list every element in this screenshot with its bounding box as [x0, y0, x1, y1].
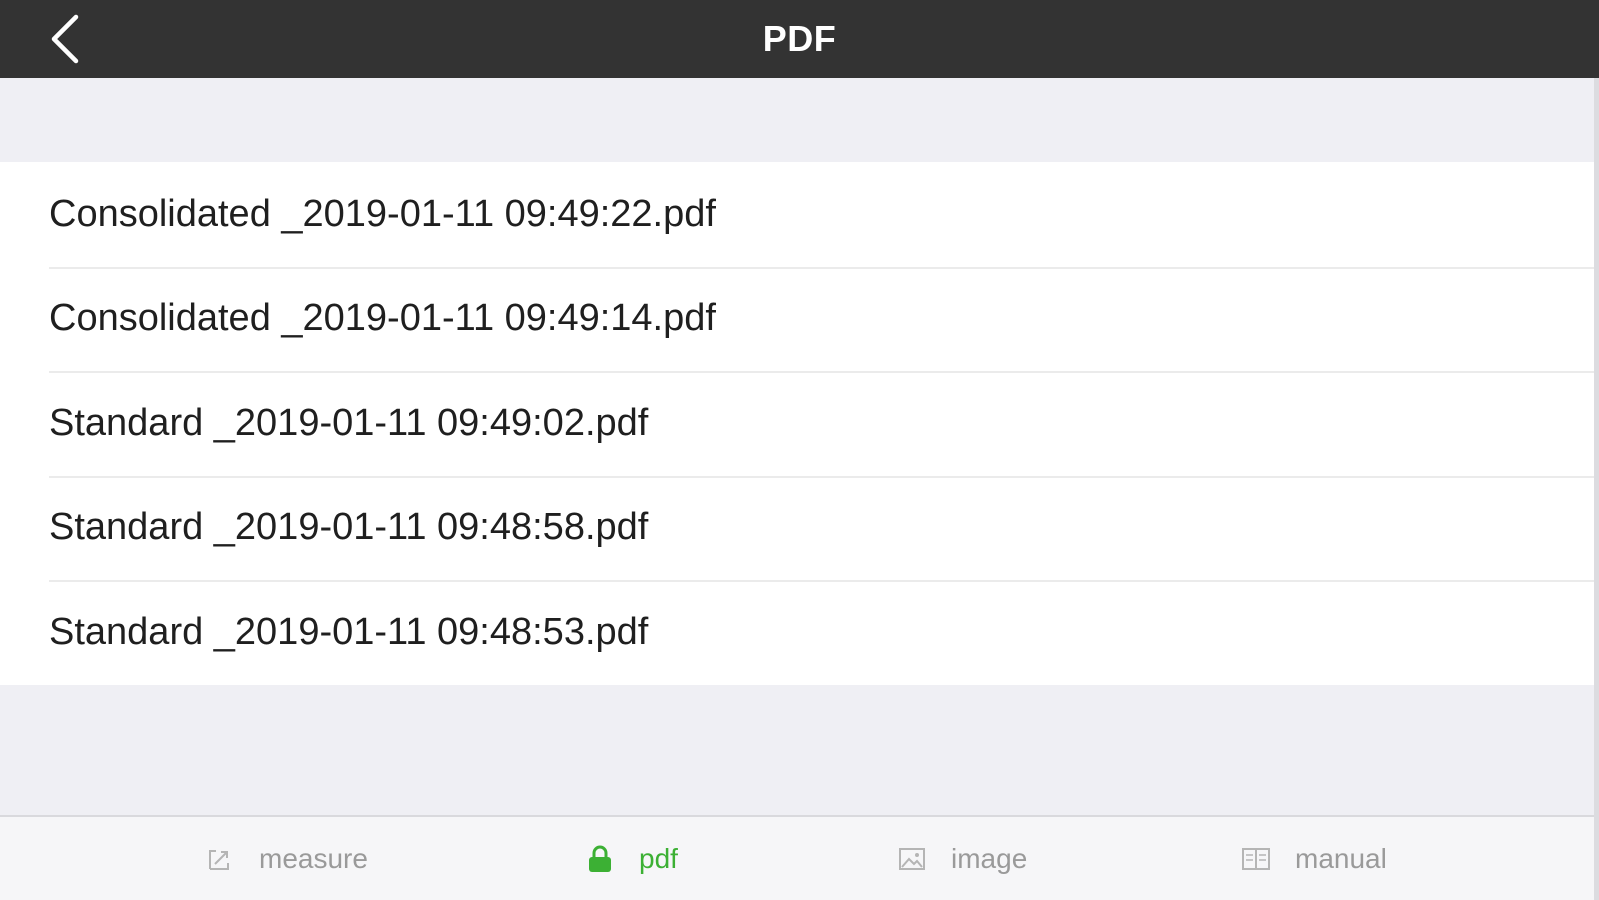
navigation-bar: PDF — [0, 0, 1599, 78]
book-icon — [1241, 844, 1271, 874]
tab-measure[interactable]: measure — [205, 817, 368, 900]
chevron-left-icon — [51, 14, 79, 64]
back-button[interactable] — [30, 0, 100, 78]
tab-pdf-label: pdf — [639, 842, 678, 874]
file-name: Consolidated _2019-01-11 09:49:22.pdf — [49, 192, 716, 235]
tab-manual[interactable]: manual — [1241, 817, 1387, 900]
page-title: PDF — [762, 18, 837, 59]
ruler-icon — [205, 844, 235, 874]
right-edge-divider — [1594, 78, 1599, 900]
file-list-item[interactable]: Consolidated _2019-01-11 09:49:14.pdf — [0, 266, 1594, 372]
file-list-item[interactable]: Standard _2019-01-11 09:48:53.pdf — [0, 580, 1594, 685]
file-list-item[interactable]: Standard _2019-01-11 09:49:02.pdf — [0, 371, 1594, 476]
file-list-item[interactable]: Standard _2019-01-11 09:48:58.pdf — [0, 475, 1594, 581]
pdf-list-screen: PDF Consolidated _2019-01-11 09:49:22.pd… — [0, 0, 1599, 900]
list-top-spacer — [0, 78, 1599, 162]
bottom-tab-bar: measure pdf image manual — [0, 815, 1594, 900]
file-name: Consolidated _2019-01-11 09:49:14.pdf — [49, 297, 716, 340]
file-name: Standard _2019-01-11 09:49:02.pdf — [49, 401, 649, 444]
file-list-item[interactable]: Consolidated _2019-01-11 09:49:22.pdf — [0, 162, 1594, 267]
pdf-file-list: Consolidated _2019-01-11 09:49:22.pdf Co… — [0, 162, 1594, 685]
picture-icon — [897, 844, 927, 874]
tab-manual-label: manual — [1295, 842, 1387, 874]
tab-image-label: image — [951, 842, 1028, 874]
tab-image[interactable]: image — [897, 817, 1027, 900]
lock-icon — [585, 844, 615, 874]
tab-measure-label: measure — [259, 842, 368, 874]
file-name: Standard _2019-01-11 09:48:58.pdf — [49, 506, 649, 549]
tab-pdf[interactable]: pdf — [585, 817, 678, 900]
file-name: Standard _2019-01-11 09:48:53.pdf — [49, 610, 649, 653]
